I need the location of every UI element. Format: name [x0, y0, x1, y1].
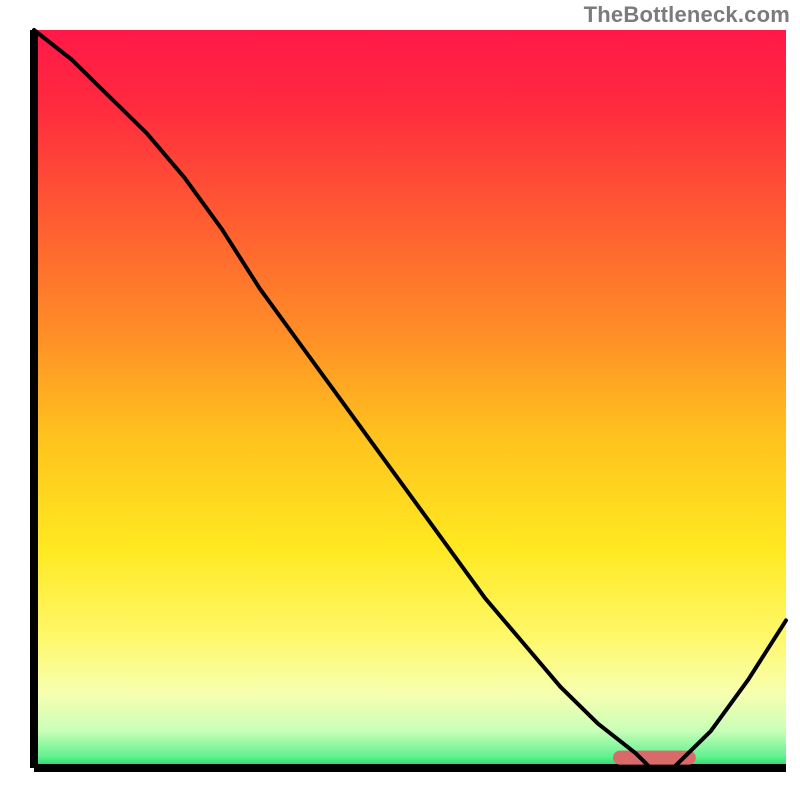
attribution-label: TheBottleneck.com	[584, 2, 790, 28]
gradient-background	[34, 30, 786, 768]
bottleneck-chart	[0, 0, 800, 800]
